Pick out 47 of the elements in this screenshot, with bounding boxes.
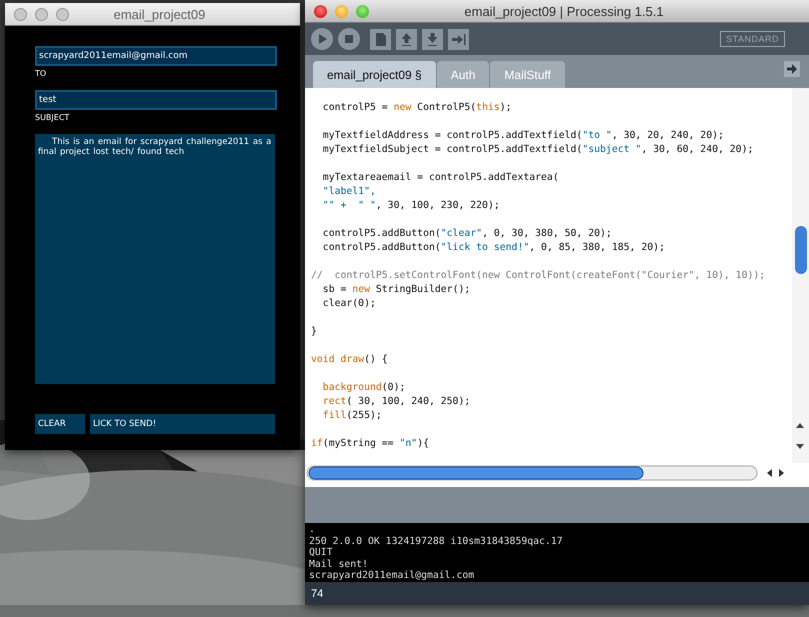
scroll-bar[interactable] [792, 88, 809, 463]
close-button[interactable] [314, 4, 327, 18]
code-line: clear(0); [322, 297, 376, 311]
field-label: SUBJECT [35, 113, 70, 122]
upload-icon[interactable] [396, 28, 417, 50]
window-title: email_project09 [112, 6, 206, 22]
message-area[interactable]: This is an email for scrapyard challenge2011 as a final project lost tech/ found tech [35, 134, 275, 384]
console-line: Mail sent! [309, 558, 368, 570]
close-button[interactable] [14, 8, 27, 20]
download-icon[interactable] [422, 28, 443, 50]
input-field[interactable]: scrapyard2011email@gmail.com [35, 46, 277, 66]
input-field[interactable]: test [35, 90, 277, 110]
arrow-icon[interactable] [784, 61, 800, 77]
code-line: myTextfieldSubject = controlP5.addTextfield("subject ", 30, 60, 240, 20); [322, 143, 754, 157]
console-line: scrapyard2011email@gmail.com [309, 570, 474, 582]
code-line: myTextfieldAddress = controlP5.addTextfield("to ", 30, 20, 240, 20); [322, 129, 724, 143]
code-line: controlP5.addButton("clear", 0, 30, 380, 50, 20); [322, 227, 612, 241]
code-line: "" + " ", 30, 100, 230, 220); [322, 199, 500, 213]
code-line: myTextareaemail = controlP5.addTextarea( [322, 171, 559, 185]
code-line: "label1", [322, 185, 376, 199]
code-line: void draw() { [311, 353, 388, 367]
code-line: controlP5 = new ControlP5(this); [322, 101, 512, 115]
console-line: 250 2.0.0 OK 1324197288 i10sm31843859qac.17 [309, 536, 563, 547]
code-line: fill(255); [322, 409, 382, 423]
field-label: TO [35, 69, 46, 78]
tab[interactable]: email_project09 § [313, 61, 436, 88]
code-line: background(0); [322, 381, 406, 395]
code-line: rect( 30, 100, 240, 250); [322, 395, 470, 409]
sketch-button[interactable]: LICK TO SEND! [90, 414, 275, 434]
code-line: } [311, 325, 317, 339]
new-file-icon[interactable] [370, 28, 391, 50]
zoom-button[interactable] [56, 8, 69, 20]
minimize-button[interactable] [35, 8, 48, 20]
code-line: sb = new StringBuilder(); [322, 283, 470, 297]
code-line: controlP5.addButton("lick to send!", 0, 85, 380, 185, 20); [322, 241, 665, 255]
run-icon[interactable] [311, 28, 333, 50]
sketch-button[interactable]: CLEAR [35, 414, 85, 434]
line-number: 74 [311, 588, 324, 600]
export-icon[interactable] [448, 28, 469, 50]
code-line: // controlP5.setControlFont(new ControlFont(createFont("Courier", 10), 10)); [311, 269, 766, 283]
console-line: QUIT [309, 547, 333, 558]
console-line: . [309, 524, 315, 536]
window-title: email_project09 | Processing 1.5.1 [463, 4, 665, 18]
zoom-button[interactable] [356, 4, 369, 18]
code-line: if(myString == "n"){ [311, 437, 429, 451]
stop-icon[interactable] [338, 28, 360, 50]
scroll-bar[interactable] [305, 463, 785, 483]
